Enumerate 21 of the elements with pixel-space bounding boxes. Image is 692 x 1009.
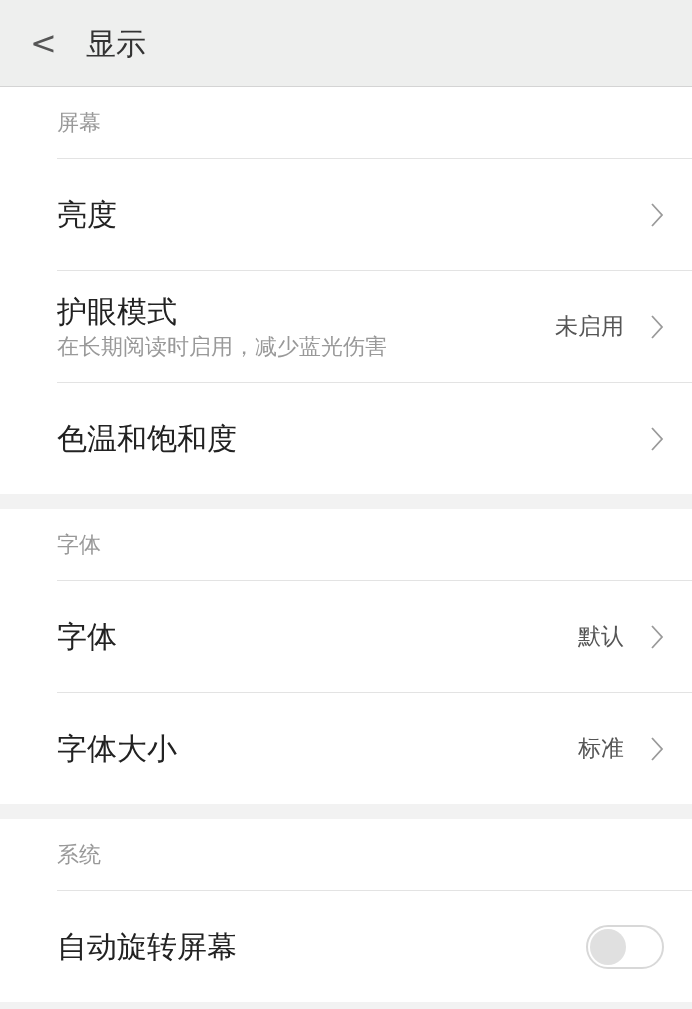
page-title: 显示 <box>86 24 146 63</box>
section-header: 屏幕 <box>57 109 101 137</box>
setting-value: 默认 <box>578 622 624 652</box>
setting-value: 标准 <box>578 734 624 764</box>
setting-label: 亮度 <box>57 195 118 234</box>
section-header: 字体 <box>57 531 101 559</box>
chevron-right-icon <box>650 623 664 650</box>
setting-description: 在长期阅读时启用，减少蓝光伤害 <box>57 332 388 361</box>
setting-label: 自动旋转屏幕 <box>57 927 238 966</box>
chevron-right-icon <box>650 735 664 762</box>
chevron-right-icon <box>650 313 664 340</box>
setting-label: 字体大小 <box>57 729 178 768</box>
setting-label: 色温和饱和度 <box>57 419 238 458</box>
chevron-right-icon <box>650 425 664 452</box>
setting-label: 字体 <box>57 617 118 656</box>
chevron-right-icon <box>650 201 664 228</box>
back-button[interactable]: < <box>30 27 54 59</box>
toggle-switch[interactable] <box>586 924 664 969</box>
setting-value: 未启用 <box>555 312 624 342</box>
setting-label: 护眼模式 <box>57 292 178 331</box>
section-header: 系统 <box>57 841 101 869</box>
